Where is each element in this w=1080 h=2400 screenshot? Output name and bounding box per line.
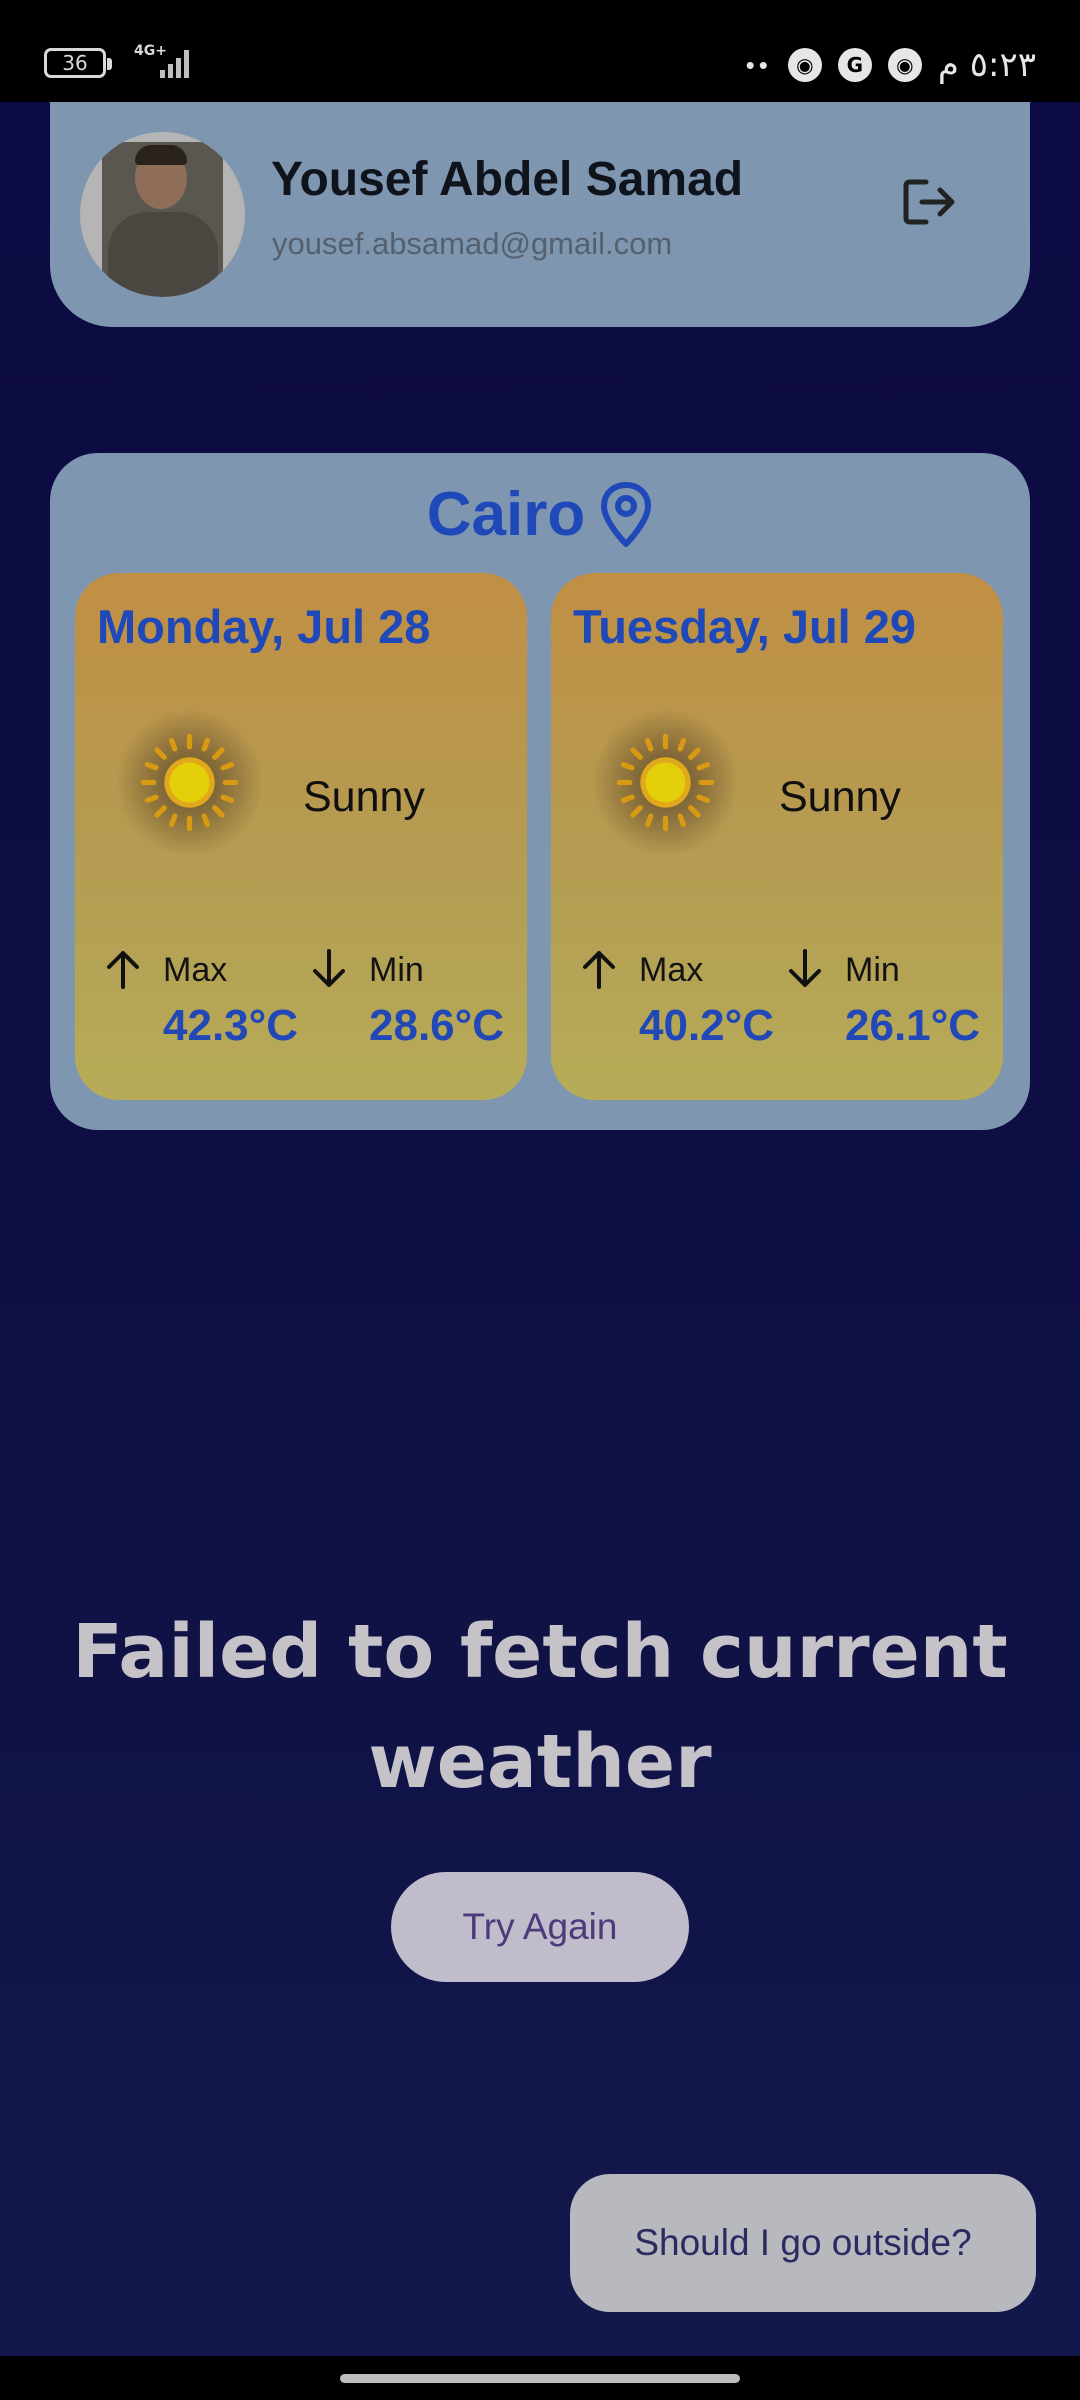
weather-screen[interactable]: Yousef Abdel Samad yousef.absamad@gmail.… [0, 102, 1080, 2356]
try-again-button[interactable]: Try Again [391, 1872, 689, 1982]
forecast-day-card[interactable]: Tuesday, Jul 29 Sunny Max Min 40.2°C 26.… [551, 573, 1003, 1100]
weather-condition: Sunny [303, 773, 425, 821]
user-email: yousef.absamad@gmail.com [272, 226, 673, 261]
arrow-up-icon [107, 951, 139, 989]
arrow-up-icon [583, 951, 615, 989]
forecast-day-card[interactable]: Monday, Jul 28 Sunny Max Min 42.3°C 28.6… [75, 573, 527, 1100]
max-label: Max [163, 951, 228, 989]
more-notifications-icon: •• [745, 49, 772, 80]
home-indicator[interactable] [340, 2374, 740, 2383]
avatar[interactable] [80, 132, 245, 297]
error-message: Failed to fetch current weather [72, 1609, 1008, 1805]
arrow-down-icon [789, 949, 821, 987]
weather-condition: Sunny [779, 773, 901, 821]
status-bar: 36 4G+ •• ◉ G ◉ ٥:٢٣ م [0, 0, 1080, 102]
forecast-date: Monday, Jul 28 [97, 600, 431, 653]
logout-icon[interactable] [900, 172, 960, 232]
go-outside-button[interactable]: Should I go outside? [570, 2174, 1036, 2312]
sun-icon [140, 733, 239, 832]
min-temperature: 26.1°C [845, 1001, 981, 1050]
battery-icon: 36 [44, 48, 112, 78]
signal-icon [160, 48, 192, 78]
forecast-card: Cairo Monday, Jul 28 Sunny Max Min 42.3°… [50, 453, 1030, 1130]
clock: ٥:٢٣ م [937, 45, 1036, 85]
navigation-bar [0, 2356, 1080, 2400]
arrow-down-icon [313, 949, 345, 987]
max-label: Max [639, 951, 704, 989]
chrome-icon: ◉ [787, 48, 822, 82]
sun-icon [616, 733, 715, 832]
profile-card: Yousef Abdel Samad yousef.absamad@gmail.… [50, 102, 1030, 327]
chrome-icon: ◉ [887, 48, 922, 82]
max-temperature: 40.2°C [639, 1001, 775, 1050]
forecast-date: Tuesday, Jul 29 [573, 600, 917, 653]
location-pin-icon[interactable] [599, 481, 653, 549]
min-label: Min [845, 951, 900, 989]
google-icon: G [837, 48, 872, 82]
min-temperature: 28.6°C [369, 1001, 505, 1050]
city-name: Cairo [426, 480, 586, 549]
user-name: Yousef Abdel Samad [271, 153, 744, 206]
max-temperature: 42.3°C [163, 1001, 299, 1050]
min-label: Min [369, 951, 424, 989]
